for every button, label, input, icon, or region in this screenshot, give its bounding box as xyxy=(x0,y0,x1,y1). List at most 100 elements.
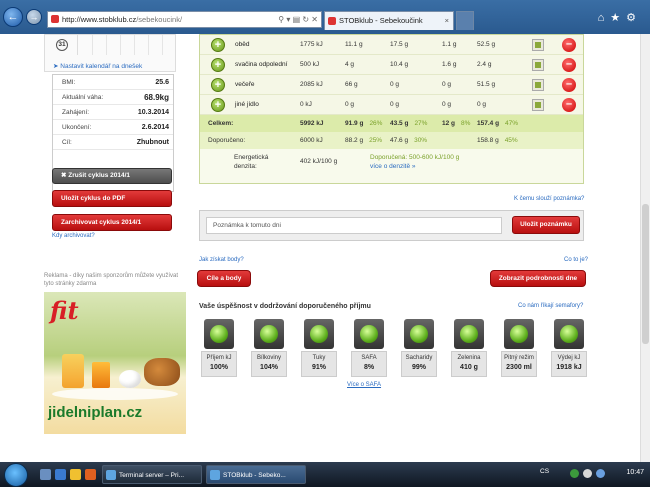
success-light-label: Výdej kJ 1918 kJ xyxy=(551,351,587,377)
stat-value: 10.3.2014 xyxy=(137,109,169,116)
recommended-protein-pct: 25% xyxy=(369,137,383,144)
delete-meal-icon[interactable]: – xyxy=(562,98,576,112)
compat-icon[interactable]: ▤ xyxy=(293,15,301,24)
green-light-icon xyxy=(454,319,484,349)
edit-meal-icon[interactable] xyxy=(532,59,544,71)
add-food-icon[interactable]: + xyxy=(211,78,225,92)
refresh-icon[interactable]: ↻ xyxy=(302,15,309,24)
light-value: 100% xyxy=(210,364,228,371)
ad-bread xyxy=(144,358,180,386)
meal-energy: 2085 kJ xyxy=(300,81,323,88)
meal-carbs: 0 g xyxy=(390,101,400,108)
page-scrollbar[interactable] xyxy=(640,34,650,462)
traffic-lights-link[interactable]: Co nám říkají semafory? xyxy=(518,303,583,309)
stop-icon[interactable]: ✕ xyxy=(311,15,318,24)
light-value: 1918 kJ xyxy=(556,364,582,371)
explorer-icon[interactable] xyxy=(55,469,66,480)
goals-button[interactable]: Cíle a body xyxy=(197,270,251,287)
clock[interactable]: 10:47 xyxy=(626,469,644,476)
media-icon[interactable] xyxy=(85,469,96,480)
save-pdf-button[interactable]: Uložit cyklus do PDF xyxy=(52,190,172,207)
success-light: Příjem kJ 100% xyxy=(201,319,237,379)
meal-energy: 0 kJ xyxy=(300,101,312,108)
success-light-label: Tuky 91% xyxy=(301,351,337,377)
archive-cycle-button[interactable]: Zarchivovat cyklus 2014/1 xyxy=(52,214,172,231)
cancel-cycle-button[interactable]: ✖ Zrušit cyklus 2014/1 xyxy=(52,168,172,184)
url-path: /sebekoucink/ xyxy=(136,15,183,24)
task-terminal-server[interactable]: Terminal server – Pri... xyxy=(102,465,202,484)
when-archive-link[interactable]: Kdy archivovat? xyxy=(52,233,95,239)
add-food-icon[interactable]: + xyxy=(211,98,225,112)
show-desktop-icon[interactable] xyxy=(40,469,51,480)
delete-meal-icon[interactable]: – xyxy=(562,78,576,92)
tray-language[interactable]: CS xyxy=(540,468,549,475)
what-is-link[interactable]: Co to je? xyxy=(564,257,588,263)
gear-icon[interactable]: ⚙ xyxy=(626,12,642,24)
address-tools[interactable]: ⚲ ▾ ▤ ↻ ✕ xyxy=(278,12,318,27)
meal-fat: 0 g xyxy=(442,81,452,88)
note-purpose-link[interactable]: K čemu slouží poznámka? xyxy=(514,196,584,202)
ad-logo: fit xyxy=(50,296,79,325)
meal-protein: 66 g xyxy=(345,81,358,88)
save-note-button[interactable]: Uložit poznámku xyxy=(512,216,580,234)
meal-protein: 4 g xyxy=(345,61,355,68)
meal-energy: 1775 kJ xyxy=(300,41,323,48)
favorites-star-icon[interactable]: ★ xyxy=(610,12,626,24)
delete-meal-icon[interactable]: – xyxy=(562,58,576,72)
energy-density-more-link[interactable]: více o denzitě » xyxy=(370,163,416,170)
address-bar[interactable]: http://www.stobklub.cz/sebekoucink/ ⚲ ▾ … xyxy=(47,11,322,28)
stat-value: 68.9kg xyxy=(144,93,169,102)
home-icon[interactable]: ⌂ xyxy=(598,12,611,24)
delete-meal-icon[interactable]: – xyxy=(562,38,576,52)
meal-name: večeře xyxy=(235,81,255,88)
start-button[interactable] xyxy=(4,463,28,487)
recommended-protein-cell: 88.2 g 25% xyxy=(345,132,382,149)
meal-energy: 500 kJ xyxy=(300,61,320,68)
stat-row-bmi: BMI: 25.6 xyxy=(53,75,173,90)
close-icon: ✖ xyxy=(61,172,67,179)
close-tab-icon[interactable]: × xyxy=(445,12,449,29)
new-tab-button[interactable] xyxy=(456,11,474,30)
edit-meal-icon[interactable] xyxy=(532,99,544,111)
totals-energy: 5992 kJ xyxy=(300,120,324,127)
light-value: 8% xyxy=(363,364,375,371)
page-content: 31 ➤ Nastavit kalendář na dnešek BMI: 25.… xyxy=(0,34,640,462)
ad-site-name: jidelniplan.cz xyxy=(48,404,143,421)
recommended-row: Doporučeno: 6000 kJ 88.2 g 25% 47.6 g 30% … xyxy=(200,132,583,149)
add-food-icon[interactable]: + xyxy=(211,58,225,72)
set-calendar-today-label: Nastavit kalendář na dnešek xyxy=(60,63,143,70)
light-value: 91% xyxy=(311,364,326,371)
calendar-day[interactable]: 31 xyxy=(56,39,68,51)
totals-fat-cell: 12 g 8% xyxy=(442,115,470,132)
dropdown-icon[interactable]: ▾ xyxy=(286,15,290,24)
day-details-button[interactable]: Zobrazit podrobnosti dne xyxy=(490,270,586,287)
food-table: + oběd 1775 kJ 11.1 g 17.5 g 1.1 g 52.5 … xyxy=(199,34,584,184)
taskbar: Terminal server – Pri... STOBklub - Sebe… xyxy=(0,462,650,487)
success-light: Sacharidy 99% xyxy=(401,319,437,379)
stat-key: BMI: xyxy=(62,79,76,86)
ad-banner[interactable]: fit jidelniplan.cz xyxy=(44,292,186,434)
edit-meal-icon[interactable] xyxy=(532,39,544,51)
totals-carbs-pct: 27% xyxy=(414,120,428,127)
update-icon[interactable] xyxy=(596,469,605,478)
safa-link[interactable]: Více o SAFA xyxy=(347,382,381,388)
light-label: Bílkoviny xyxy=(256,355,281,361)
search-icon[interactable]: ⚲ xyxy=(278,15,284,24)
how-points-link[interactable]: Jak získat body? xyxy=(199,257,244,263)
light-value: 104% xyxy=(260,364,278,371)
task-browser[interactable]: STOBklub - Sebeko... xyxy=(206,465,306,484)
forward-button[interactable]: → xyxy=(26,9,42,25)
edit-meal-icon[interactable] xyxy=(532,79,544,91)
add-food-icon[interactable]: + xyxy=(211,38,225,52)
stat-row-start: Zahájení: 10.3.2014 xyxy=(53,105,173,120)
network-icon[interactable] xyxy=(570,469,579,478)
browser-tab[interactable]: STOBklub - Sebekoučink × xyxy=(324,11,454,30)
scrollbar-thumb[interactable] xyxy=(642,204,649,344)
set-calendar-today-link[interactable]: ➤ Nastavit kalendář na dnešek xyxy=(53,62,142,70)
note-input[interactable]: Poznámka k tomuto dni xyxy=(206,217,502,234)
recommended-fiber: 158.8 g xyxy=(477,137,499,144)
calendar-box: 31 ➤ Nastavit kalendář na dnešek xyxy=(44,34,176,72)
folder-icon[interactable] xyxy=(70,469,81,480)
back-button[interactable]: ← xyxy=(3,7,23,27)
volume-icon[interactable] xyxy=(583,469,592,478)
